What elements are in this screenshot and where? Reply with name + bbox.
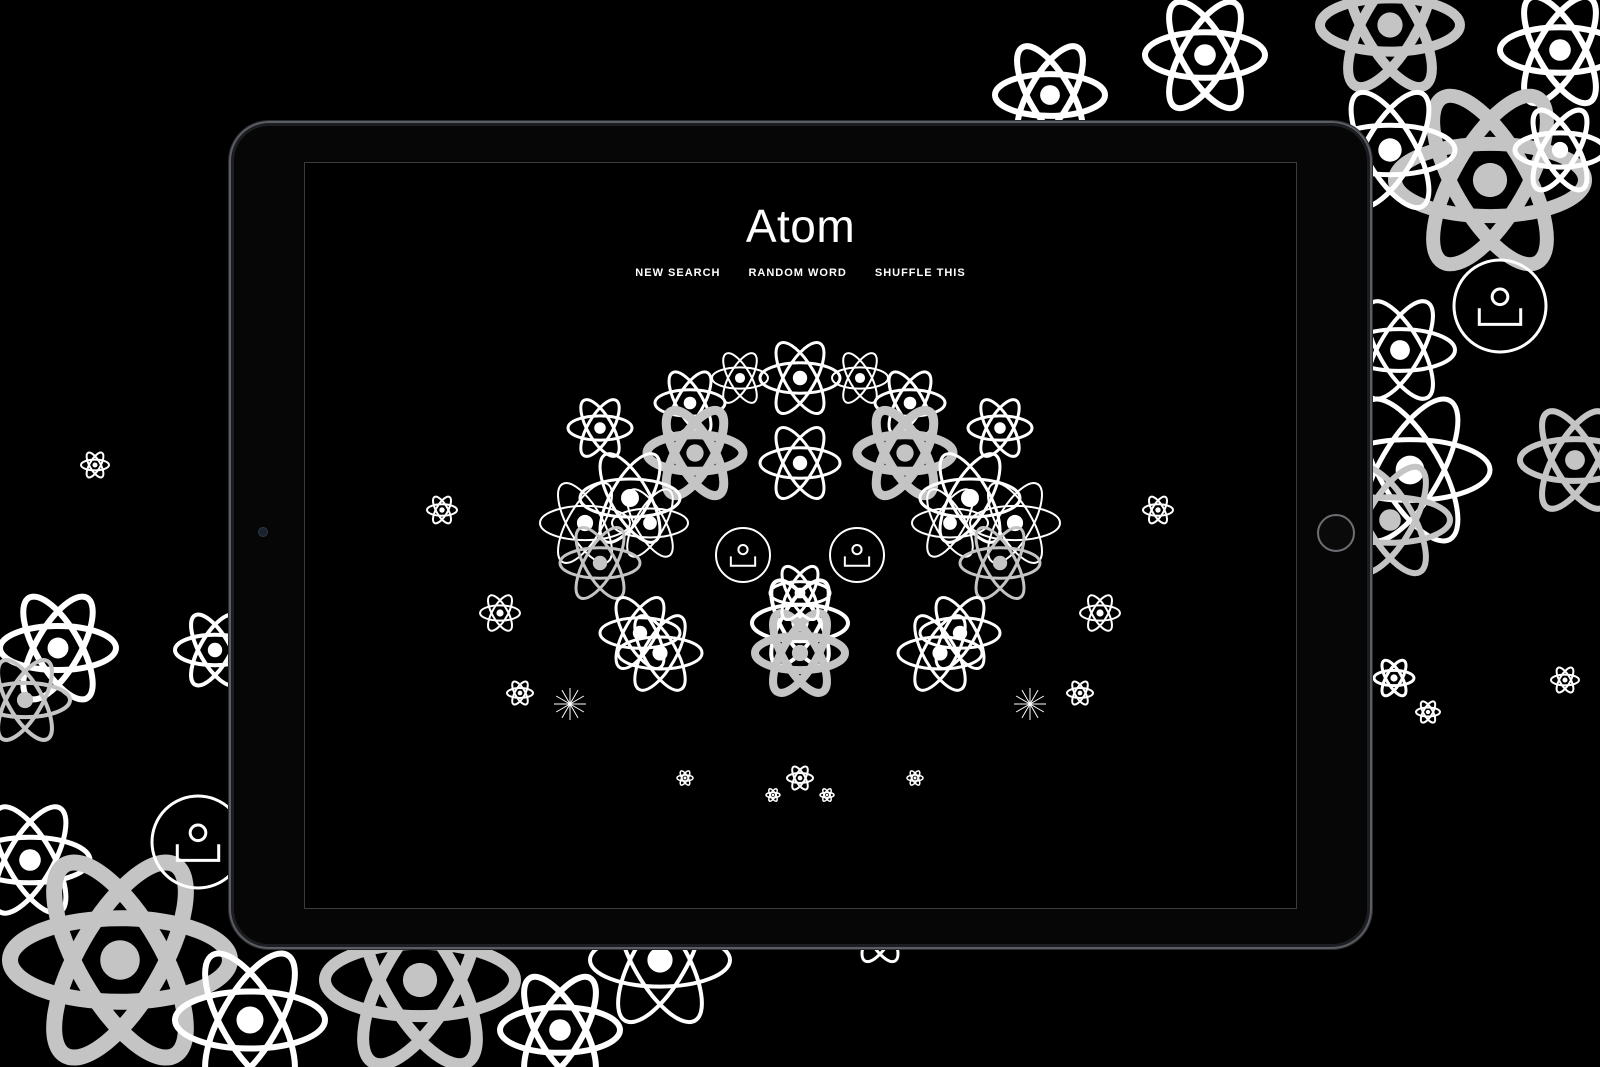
front-camera	[259, 528, 267, 536]
new-search-link[interactable]: NEW SEARCH	[635, 267, 720, 279]
atom-icon	[1415, 700, 1441, 724]
atom-icon	[758, 341, 842, 415]
atom-icon	[906, 770, 924, 786]
random-word-link[interactable]: RANDOM WORD	[748, 267, 846, 279]
shuffle-this-link[interactable]: SHUFFLE THIS	[875, 267, 966, 279]
spark-icon	[554, 688, 586, 720]
atom-icon	[676, 770, 694, 786]
atom-icon	[918, 596, 1002, 670]
top-nav: NEW SEARCH RANDOM WORD SHUFFLE THIS	[305, 267, 1296, 279]
atom-icon	[852, 405, 958, 501]
atom-icon	[506, 680, 534, 706]
atom-icon	[751, 609, 849, 697]
camera-icon	[1452, 258, 1548, 354]
atom-icon	[1372, 658, 1416, 698]
atom-icon	[566, 398, 634, 458]
atom-icon	[786, 765, 814, 791]
atom-icon	[0, 593, 119, 703]
atom-icon	[1517, 408, 1600, 512]
atom-icon	[80, 451, 110, 479]
camera-icon	[715, 527, 771, 583]
atom-icon	[758, 426, 842, 500]
atom-icon	[966, 398, 1034, 458]
page-title: Atom	[745, 200, 856, 252]
home-button[interactable]	[1317, 514, 1355, 552]
atom-icon	[598, 596, 682, 670]
spark-icon	[1014, 688, 1046, 720]
tablet-screen: Atom NEW SEARCH RANDOM WORD SHUFFLE THIS	[304, 162, 1297, 909]
atom-icon	[479, 594, 521, 632]
atom-icon	[1079, 594, 1121, 632]
atom-icon	[819, 788, 835, 802]
atom-icon	[765, 788, 781, 802]
atom-icon	[172, 950, 328, 1067]
tablet-device: Atom NEW SEARCH RANDOM WORD SHUFFLE THIS	[229, 121, 1372, 949]
atom-icon	[642, 405, 748, 501]
atom-icon	[1550, 666, 1580, 694]
atom-icon	[2, 854, 238, 1066]
atom-icon	[1066, 680, 1094, 706]
atom-icon	[1142, 495, 1174, 525]
atom-icon	[1142, 0, 1268, 112]
atom-icon	[1315, 0, 1465, 93]
camera-icon	[829, 527, 885, 583]
atom-icon	[426, 495, 458, 525]
